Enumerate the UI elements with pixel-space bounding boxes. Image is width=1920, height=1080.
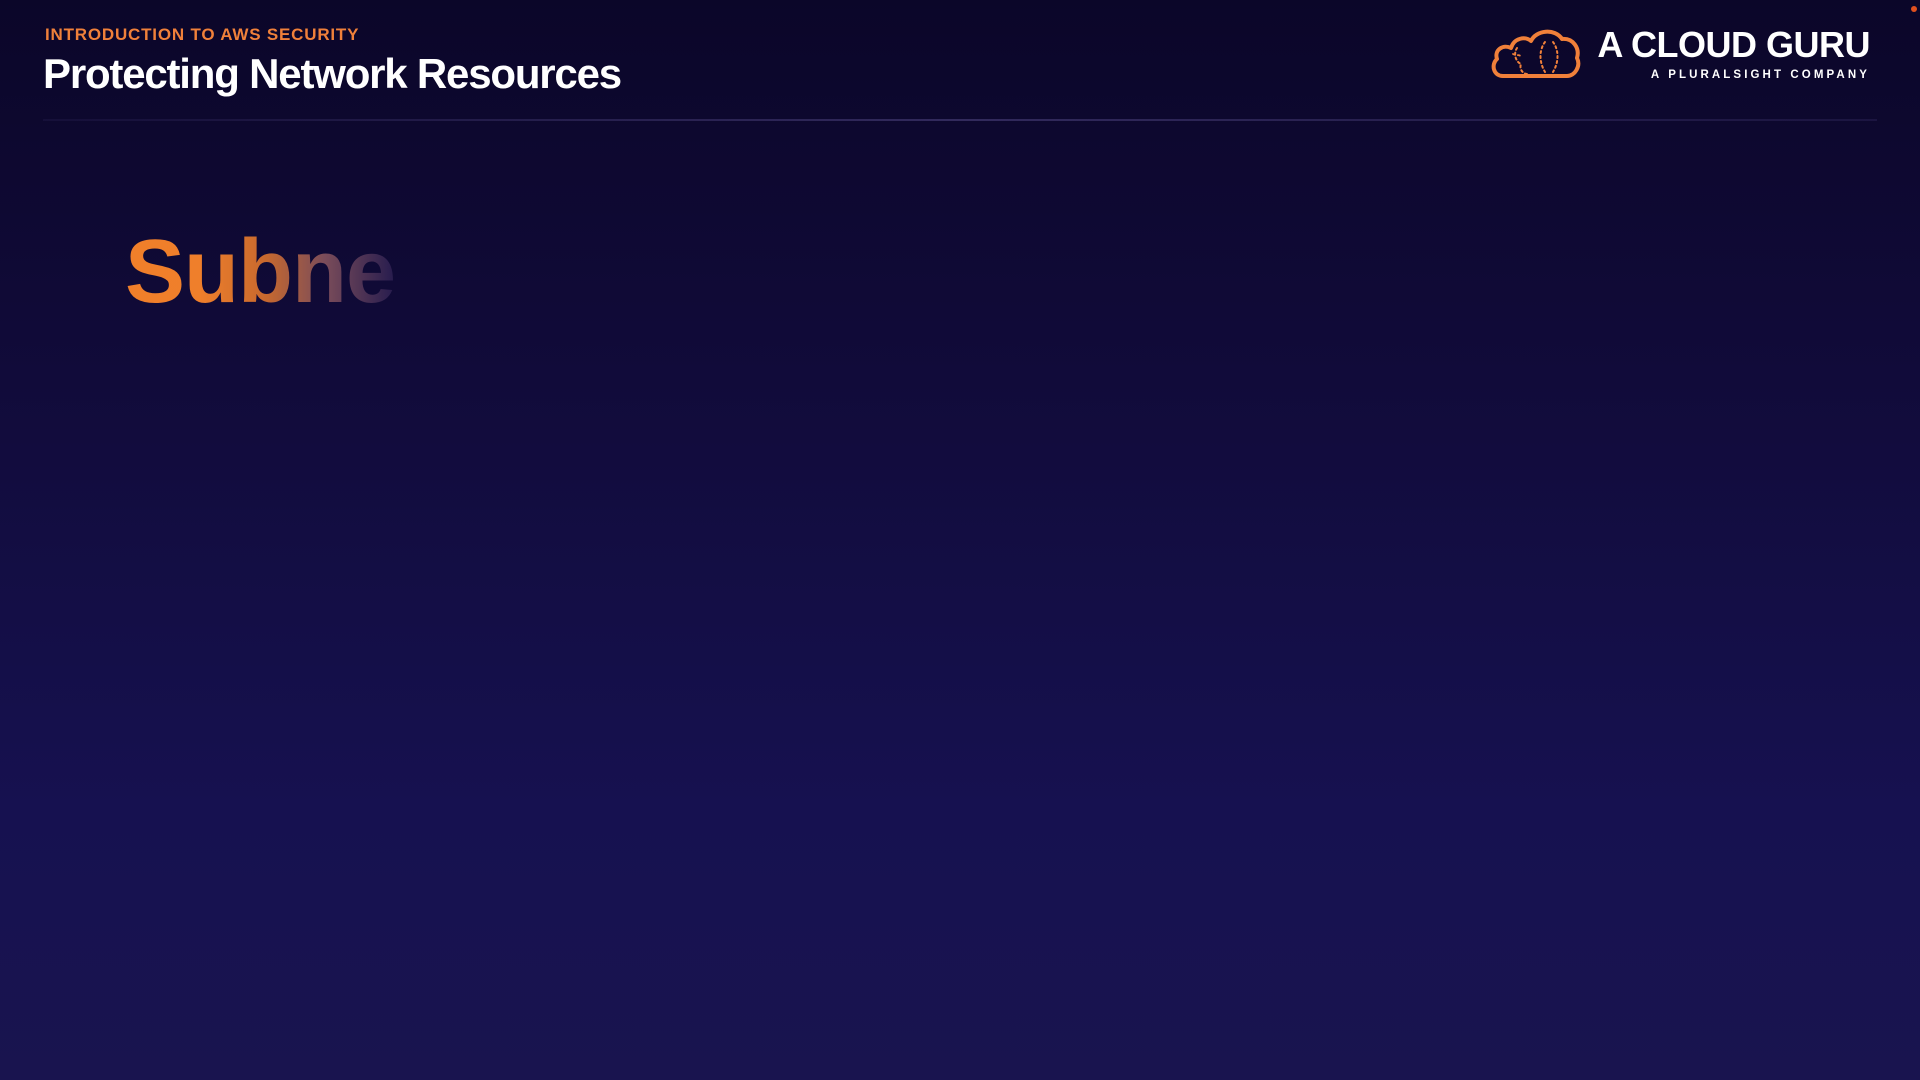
brand-logo: A CLOUD GURU A PLURALSIGHT COMPANY — [1489, 24, 1870, 84]
brand-tagline: A PLURALSIGHT COMPANY — [1650, 69, 1870, 81]
header-divider — [43, 119, 1877, 121]
cloud-logo-icon — [1491, 29, 1581, 78]
recording-indicator — [1911, 6, 1917, 12]
section-title: Subne — [125, 222, 396, 322]
slide-heading: Protecting Network Resources — [43, 50, 622, 97]
brand-name: A CLOUD GURU — [1597, 24, 1870, 65]
course-label: INTRODUCTION TO AWS SECURITY — [45, 25, 360, 44]
slide-header: INTRODUCTION TO AWS SECURITY Protecting … — [43, 24, 622, 100]
